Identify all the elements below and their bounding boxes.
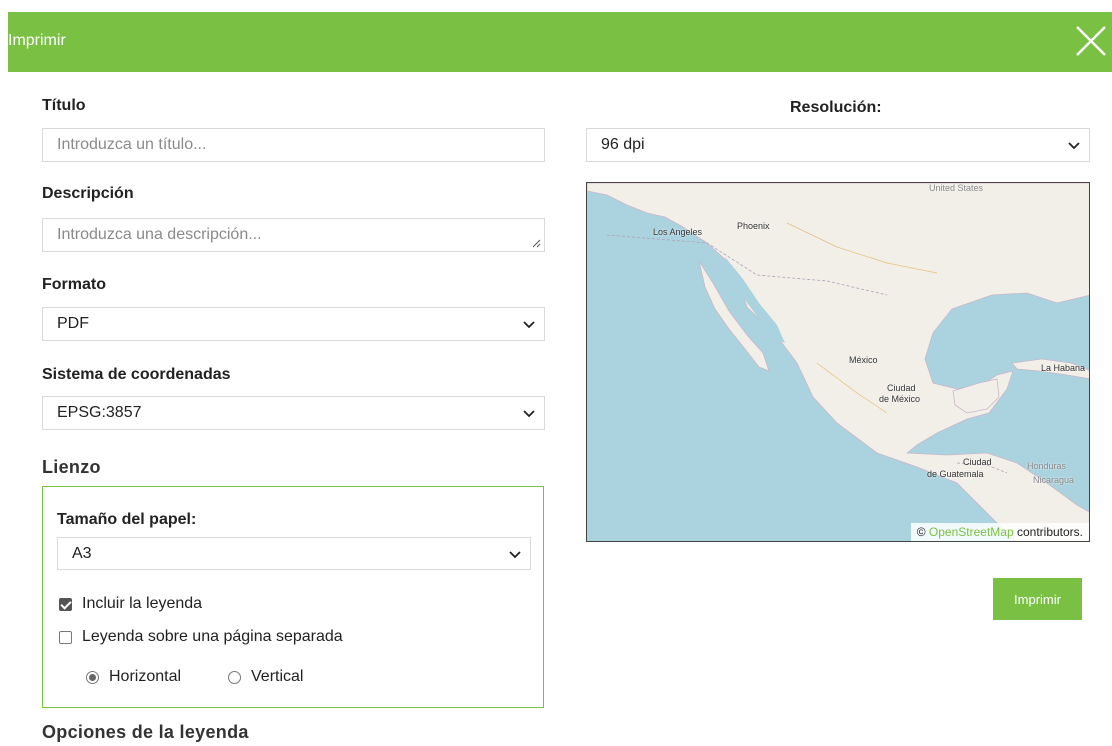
legend-separate-label: Leyenda sobre una página separada bbox=[82, 628, 343, 645]
paper-size-label: Tamaño del papel: bbox=[57, 511, 197, 528]
crs-label: Sistema de coordenadas bbox=[42, 366, 231, 383]
map-attribution: © OpenStreetMap contributors. bbox=[910, 523, 1089, 541]
orientation-vertical-radio[interactable]: Vertical bbox=[228, 668, 303, 686]
description-textarea[interactable]: Introduzca una descripción... bbox=[42, 218, 545, 252]
orientation-horizontal-radio[interactable]: Horizontal bbox=[86, 668, 181, 686]
canvas-section-title: Lienzo bbox=[42, 457, 101, 477]
map-label-ciudad-de-mexico-1: Ciudad bbox=[887, 383, 916, 393]
title-label: Título bbox=[42, 97, 86, 114]
legend-separate-checkbox[interactable]: Leyenda sobre una página separada bbox=[59, 628, 343, 646]
format-value: PDF bbox=[57, 315, 89, 332]
copyright-symbol: © bbox=[916, 525, 926, 539]
resolution-value: 96 dpi bbox=[601, 136, 645, 153]
crs-select[interactable]: EPSG:3857 bbox=[42, 396, 545, 430]
print-button[interactable]: Imprimir bbox=[993, 578, 1082, 620]
map-label-honduras: Honduras bbox=[1027, 461, 1067, 471]
resolution-select[interactable]: 96 dpi bbox=[586, 128, 1090, 162]
map-label-ciudad-de-mexico-2: de México bbox=[879, 394, 921, 404]
crs-value: EPSG:3857 bbox=[57, 404, 142, 421]
chevron-down-icon bbox=[1068, 142, 1080, 150]
map-label-ciudad-de-guatemala-1: Ciudad bbox=[963, 457, 992, 467]
paper-size-select[interactable]: A3 bbox=[57, 537, 531, 570]
dialog-title: Imprimir bbox=[8, 32, 66, 49]
map-label-nicaragua: Nicaragua bbox=[1033, 475, 1075, 485]
chevron-down-icon bbox=[523, 410, 535, 418]
format-label: Formato bbox=[42, 276, 106, 293]
map-label-phoenix: Phoenix bbox=[737, 221, 770, 231]
map-label-la-habana: La Habana bbox=[1041, 363, 1086, 373]
map-label-los-angeles: Los Angeles bbox=[653, 227, 703, 237]
attribution-suffix: contributors. bbox=[1016, 525, 1083, 539]
resolution-label: Resolución: bbox=[790, 99, 882, 116]
map-label-mexico: México bbox=[849, 355, 878, 365]
chevron-down-icon bbox=[509, 551, 521, 559]
canvas-group: Tamaño del papel: A3 Incluir la leyenda … bbox=[42, 486, 544, 708]
legend-options-section-title: Opciones de la leyenda bbox=[42, 722, 249, 742]
paper-size-value: A3 bbox=[72, 545, 92, 562]
orientation-horizontal-label: Horizontal bbox=[109, 668, 182, 685]
title-placeholder: Introduzca un título... bbox=[57, 136, 207, 153]
dialog-header: Imprimir bbox=[8, 12, 1112, 72]
resize-grip-icon[interactable] bbox=[531, 238, 541, 248]
description-placeholder: Introduzca una descripción... bbox=[57, 226, 262, 243]
map-label-ciudad-de-guatemala-2: de Guatemala bbox=[927, 469, 984, 479]
radio-selected-icon[interactable] bbox=[86, 670, 99, 684]
format-select[interactable]: PDF bbox=[42, 307, 545, 341]
checkbox-checked-icon[interactable] bbox=[59, 597, 72, 611]
include-legend-checkbox[interactable]: Incluir la leyenda bbox=[59, 595, 202, 613]
radio-unselected-icon[interactable] bbox=[228, 670, 241, 684]
include-legend-label: Incluir la leyenda bbox=[82, 595, 203, 612]
description-label: Descripción bbox=[42, 185, 134, 202]
orientation-vertical-label: Vertical bbox=[251, 668, 304, 685]
close-icon[interactable] bbox=[1072, 22, 1110, 60]
openstreetmap-link[interactable]: OpenStreetMap bbox=[929, 525, 1014, 539]
checkbox-unchecked-icon[interactable] bbox=[59, 630, 72, 644]
map-label-united-states: United States bbox=[929, 183, 984, 193]
map-preview[interactable]: United States Los Angeles Phoenix México… bbox=[586, 182, 1090, 542]
title-input[interactable]: Introduzca un título... bbox=[42, 128, 545, 162]
chevron-down-icon bbox=[523, 321, 535, 329]
